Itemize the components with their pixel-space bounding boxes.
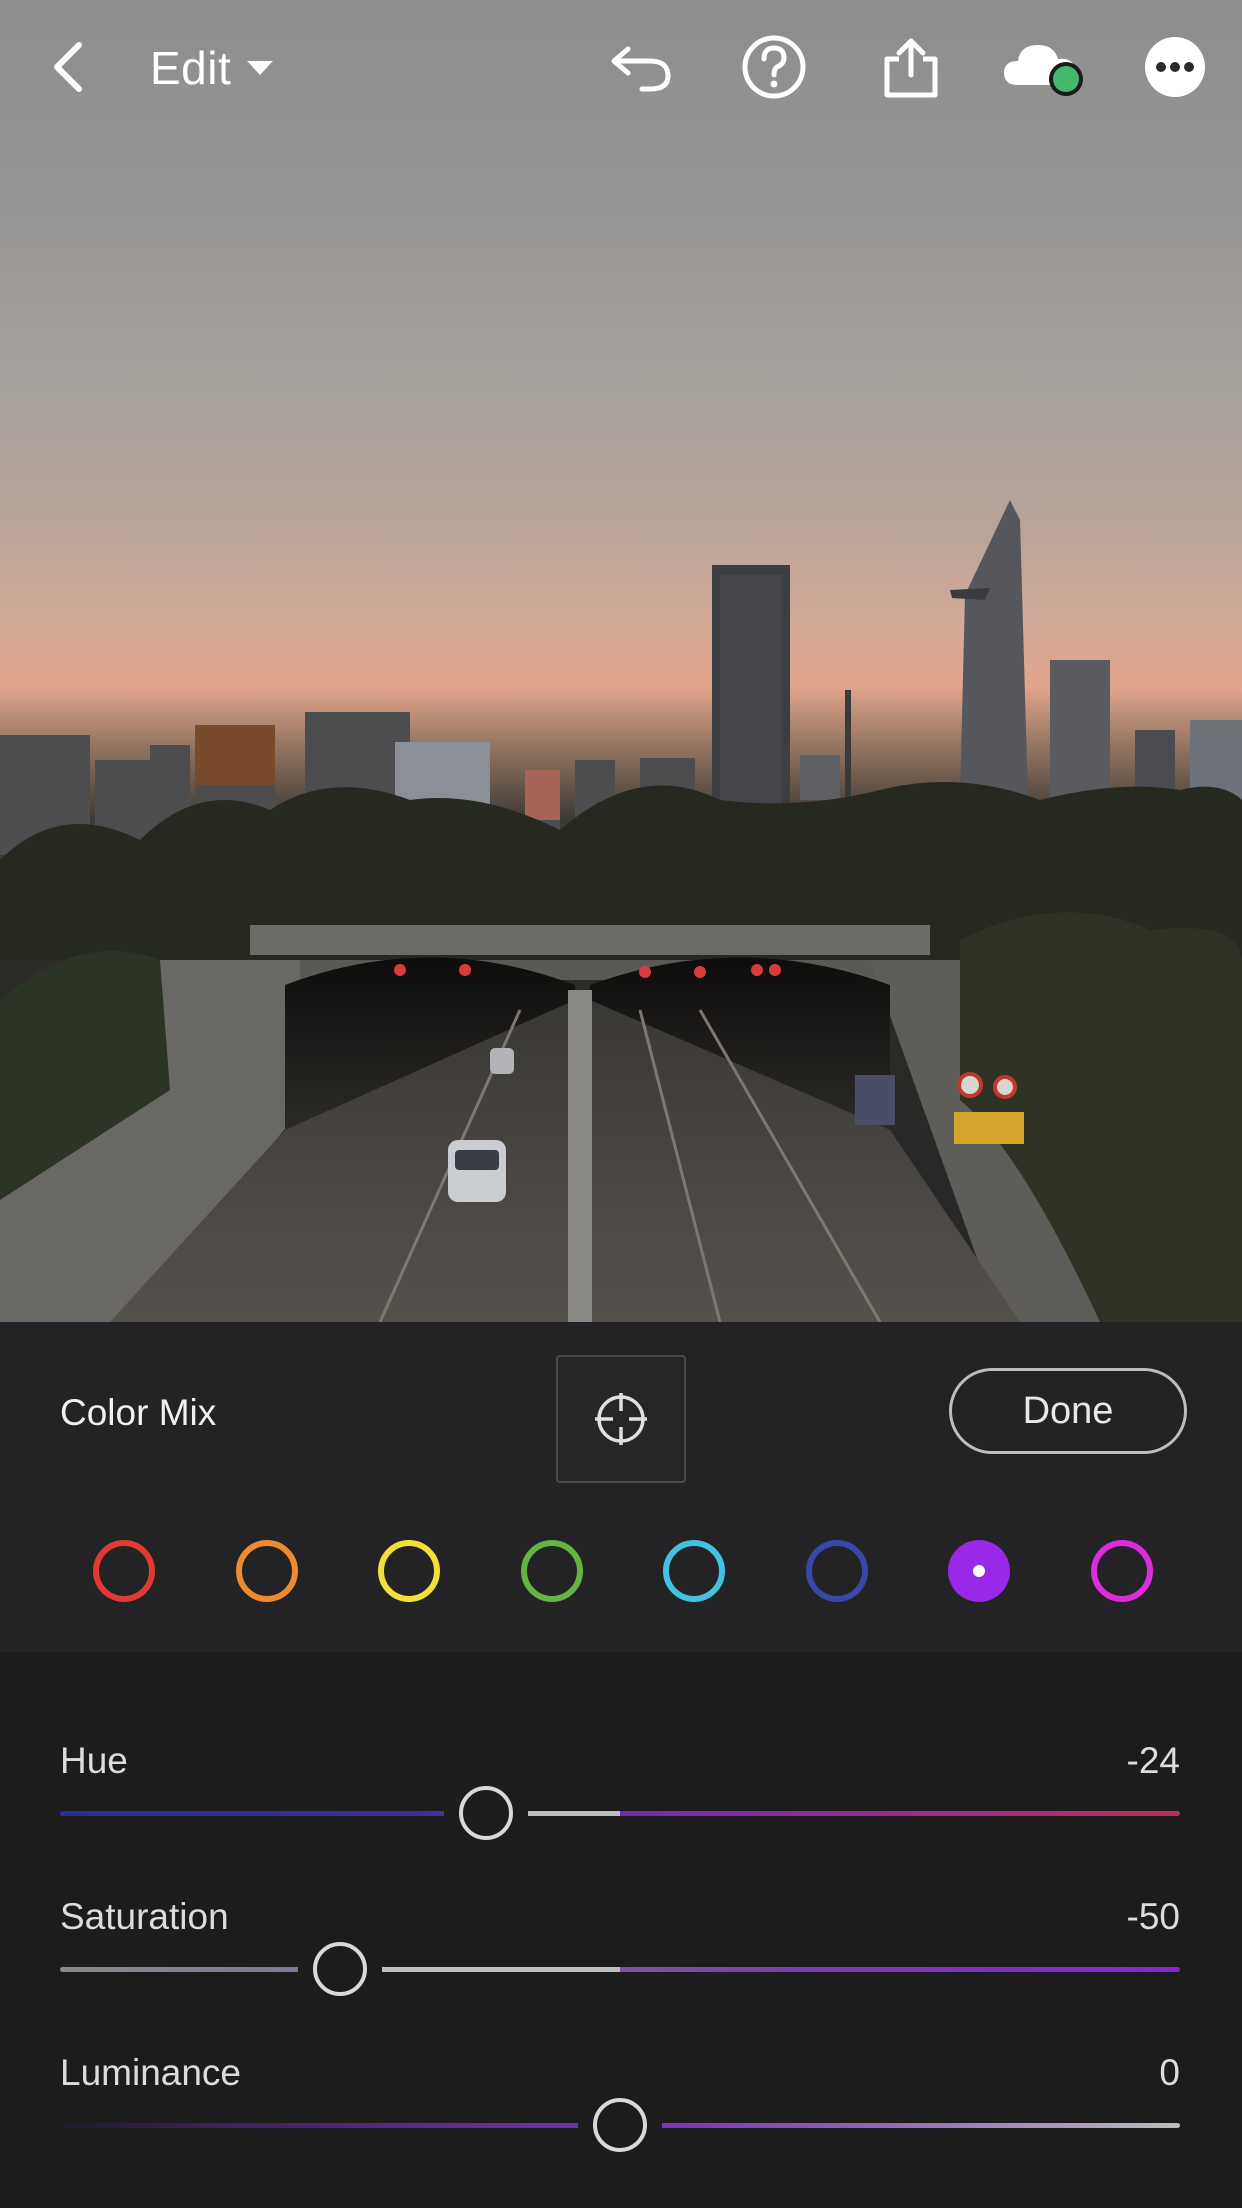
panel-title: Color Mix	[60, 1392, 217, 1433]
saturation-value: -50	[1126, 1896, 1180, 1937]
top-toolbar: Edit	[0, 0, 1242, 135]
cloud-status-dot	[1053, 66, 1079, 92]
caret-down-icon	[247, 61, 274, 75]
undo-button[interactable]	[604, 30, 678, 104]
saturation-fill	[340, 1967, 620, 1972]
hue-track[interactable]	[60, 1811, 1180, 1816]
chevron-left-icon	[54, 42, 82, 92]
target-adjust-icon	[595, 1393, 647, 1445]
color-swatch-magenta[interactable]	[1091, 1540, 1153, 1602]
hue-slider-thumb[interactable]	[458, 1786, 513, 1840]
color-swatch-blue[interactable]	[806, 1540, 868, 1602]
photo-preview[interactable]	[0, 0, 1242, 1322]
color-swatch-aqua[interactable]	[663, 1540, 725, 1602]
back-button[interactable]	[30, 30, 104, 104]
edit-mode-menu[interactable]: Edit	[150, 36, 275, 100]
help-button[interactable]	[737, 30, 811, 104]
share-icon	[884, 38, 938, 98]
targeted-adjustment-button[interactable]	[556, 1355, 686, 1483]
selected-indicator	[973, 1565, 985, 1577]
color-swatch-yellow[interactable]	[378, 1540, 440, 1602]
color-swatch-green[interactable]	[521, 1540, 583, 1602]
hue-value: -24	[1126, 1740, 1180, 1781]
cloud-sync-icon	[1004, 45, 1083, 96]
photo-scene	[0, 500, 1242, 1322]
color-swatch-red[interactable]	[93, 1540, 155, 1602]
edit-mode-label: Edit	[150, 42, 232, 94]
saturation-slider-thumb[interactable]	[313, 1942, 367, 1996]
more-icon	[1145, 37, 1205, 97]
luminance-label: Luminance	[60, 2052, 242, 2093]
color-mix-panel: Color Mix Done Hue -24 Saturation -50 Lu…	[0, 1322, 1242, 2208]
luminance-slider-thumb[interactable]	[593, 2098, 647, 2152]
more-button[interactable]	[1138, 30, 1212, 104]
help-icon	[742, 35, 806, 99]
luminance-value: 0	[1159, 2052, 1180, 2093]
cloud-sync-button[interactable]	[1000, 30, 1090, 104]
undo-icon	[611, 46, 671, 92]
color-swatch-purple[interactable]	[948, 1540, 1010, 1602]
share-button[interactable]	[874, 30, 948, 104]
color-swatch-orange[interactable]	[236, 1540, 298, 1602]
hue-label: Hue	[60, 1740, 128, 1781]
saturation-track[interactable]	[60, 1967, 1180, 1972]
done-button[interactable]: Done	[949, 1368, 1187, 1454]
saturation-label: Saturation	[60, 1896, 229, 1937]
